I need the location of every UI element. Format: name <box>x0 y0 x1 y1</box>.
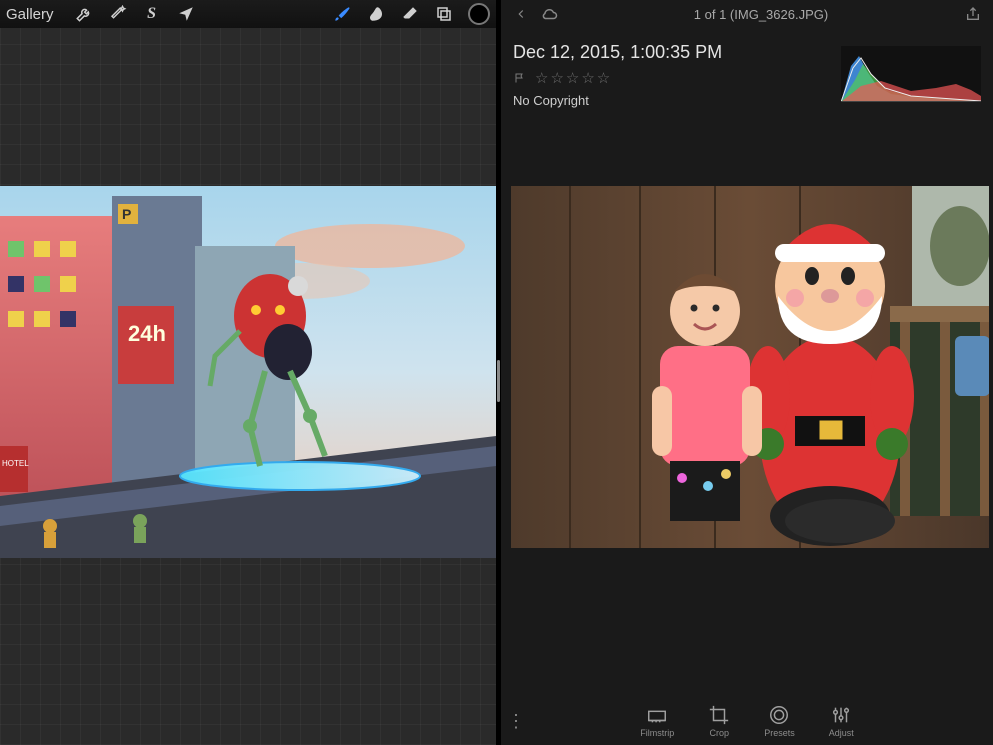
share-icon[interactable] <box>963 4 983 24</box>
wrench-icon[interactable] <box>74 4 94 24</box>
adjust-icon <box>830 704 852 726</box>
presets-button[interactable]: Presets <box>764 704 795 738</box>
filmstrip-icon <box>646 704 668 726</box>
photo-date: Dec 12, 2015, 1:00:35 PM <box>513 42 829 63</box>
drawing-toolbar: Gallery S <box>0 0 496 28</box>
more-icon[interactable]: ⋮ <box>501 711 531 732</box>
drawing-canvas[interactable]: 24h P HOTEL <box>0 186 496 558</box>
photo-title: 1 of 1 (IMG_3626.JPG) <box>559 7 963 22</box>
svg-text:HOTEL: HOTEL <box>2 459 29 468</box>
color-swatch[interactable] <box>468 3 490 25</box>
eraser-icon[interactable] <box>400 4 420 24</box>
presets-label: Presets <box>764 728 795 738</box>
photo-viewer[interactable] <box>511 186 989 548</box>
rating-stars[interactable]: ☆☆☆☆☆ <box>535 69 612 87</box>
photo-metadata: Dec 12, 2015, 1:00:35 PM ☆☆☆☆☆ No Copyri… <box>501 28 993 114</box>
brush-icon[interactable] <box>332 4 352 24</box>
artwork-image: 24h P HOTEL <box>0 186 496 558</box>
wand-icon[interactable] <box>108 4 128 24</box>
gallery-button[interactable]: Gallery <box>6 6 54 23</box>
adjust-label: Adjust <box>829 728 854 738</box>
svg-text:P: P <box>122 206 131 222</box>
split-grab-handle[interactable] <box>497 360 500 402</box>
crop-button[interactable]: Crop <box>708 704 730 738</box>
drawing-app-pane: Gallery S <box>0 0 496 745</box>
back-icon[interactable] <box>511 4 531 24</box>
layers-icon[interactable] <box>434 4 454 24</box>
photo-app-pane: 1 of 1 (IMG_3626.JPG) Dec 12, 2015, 1:00… <box>501 0 993 745</box>
presets-icon <box>768 704 790 726</box>
photo-image <box>511 186 989 548</box>
transform-arrow-icon[interactable] <box>176 4 196 24</box>
histogram <box>841 46 981 102</box>
photo-top-bar: 1 of 1 (IMG_3626.JPG) <box>501 0 993 28</box>
cloud-icon[interactable] <box>539 4 559 24</box>
filmstrip-button[interactable]: Filmstrip <box>640 704 674 738</box>
smudge-icon[interactable] <box>366 4 386 24</box>
copyright-text: No Copyright <box>513 93 829 108</box>
photo-bottom-bar: ⋮ Filmstrip Crop Presets Adjust <box>501 697 993 745</box>
svg-text:24h: 24h <box>128 321 166 346</box>
flag-icon[interactable] <box>513 72 527 84</box>
filmstrip-label: Filmstrip <box>640 728 674 738</box>
crop-icon <box>708 704 730 726</box>
adjust-button[interactable]: Adjust <box>829 704 854 738</box>
selection-icon[interactable]: S <box>142 4 162 24</box>
crop-label: Crop <box>709 728 729 738</box>
